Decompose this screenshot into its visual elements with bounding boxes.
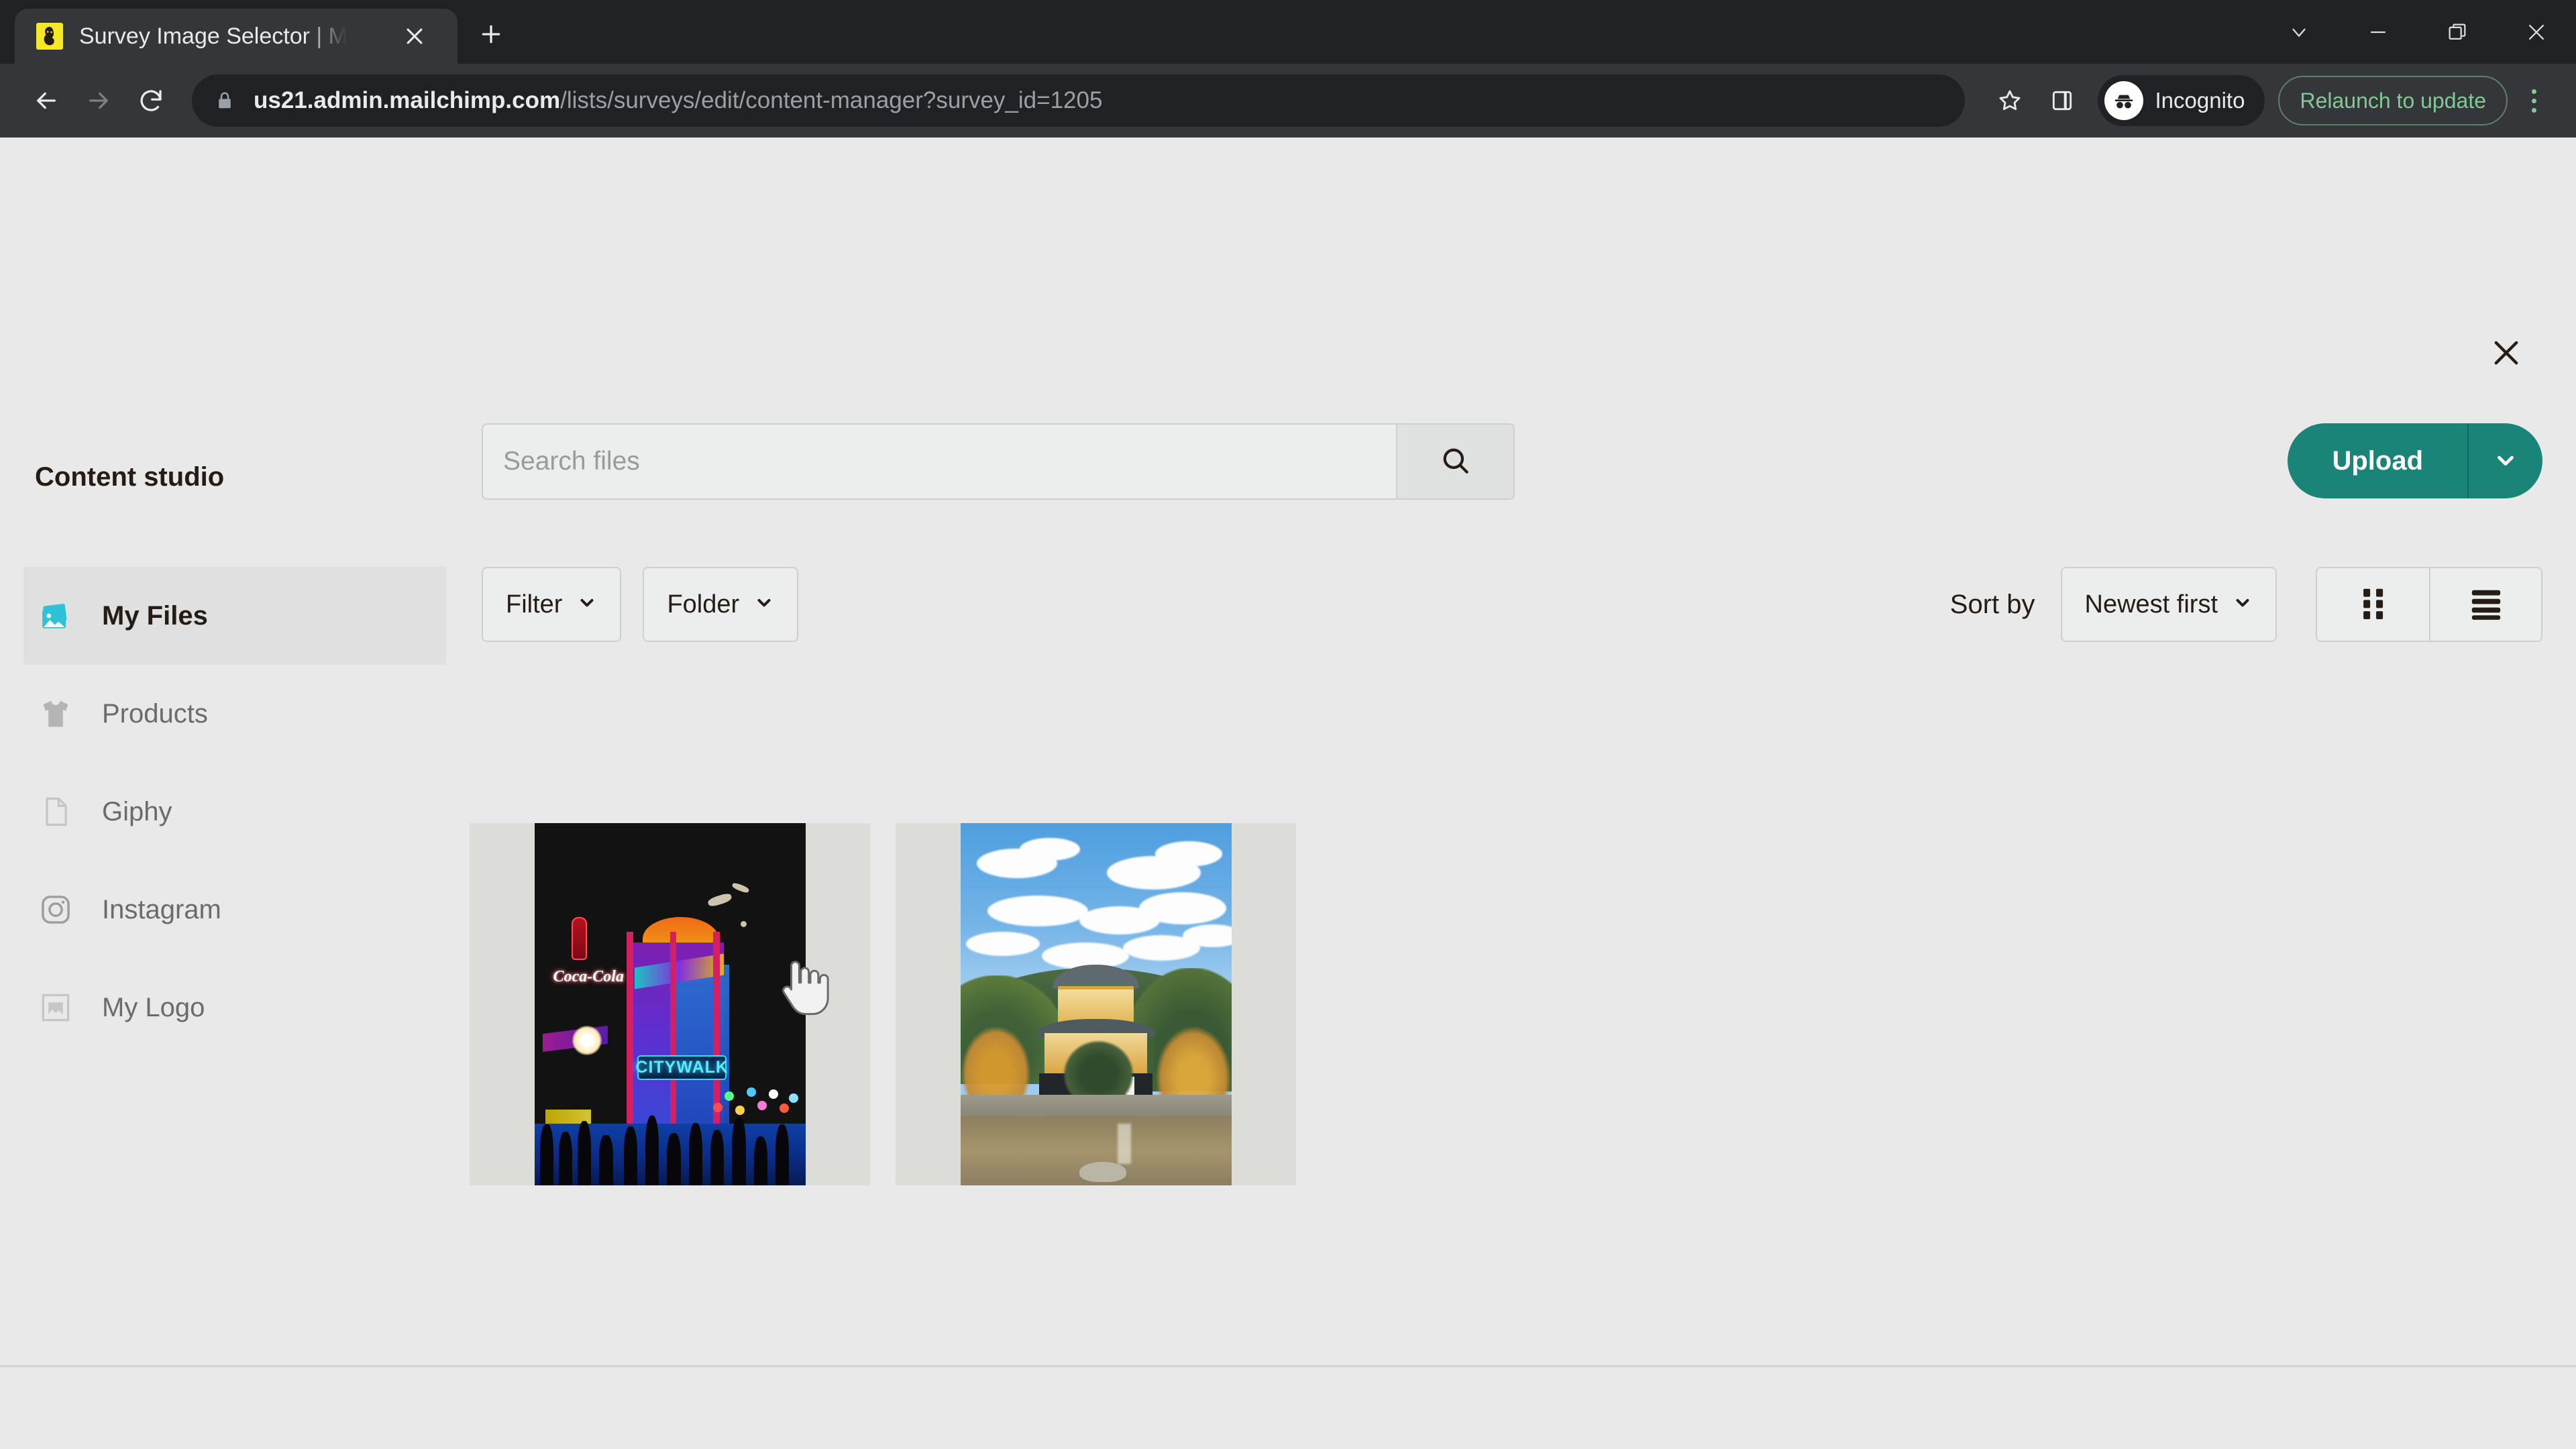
photos-stack-icon [35,597,76,635]
address-bar-url: us21.admin.mailchimp.com/lists/surveys/e… [254,87,1102,114]
tshirt-icon [35,696,76,731]
sidebar-item-my-logo[interactable]: My Logo [0,959,448,1057]
tab-strip: Survey Image Selector | Mailchimp [0,0,2576,64]
close-icon[interactable] [2482,329,2530,377]
content-studio-sidebar: My Files Products Giphy Instagram My Log… [0,567,448,1057]
address-bar[interactable]: us21.admin.mailchimp.com/lists/surveys/e… [192,74,1965,127]
chevron-down-icon [2493,447,2518,475]
side-panel-icon[interactable] [2036,74,2088,127]
page-title: Content studio [35,462,225,492]
upload-dropdown-button[interactable] [2467,423,2542,498]
image-frame-icon [35,990,76,1025]
list-view-button[interactable] [2429,568,2541,641]
search-submit-button[interactable] [1396,425,1513,498]
url-domain: us21.admin.mailchimp.com [254,87,561,113]
incognito-icon [2104,81,2143,120]
kebab-dot [2531,89,2536,94]
filter-dropdown[interactable]: Filter [482,567,622,642]
kebab-dot [2531,107,2536,113]
minimize-icon[interactable] [2339,0,2418,64]
sort-by-label: Sort by [1949,589,2035,619]
gallery-controls: Filter Folder Sort by Newest first [482,567,2542,654]
coca-cola-text: Coca-Cola [553,968,624,985]
search-input[interactable] [483,425,1396,498]
relaunch-to-update-button[interactable]: Relaunch to update [2278,76,2508,125]
filter-label: Filter [506,590,563,619]
upload-button-group: Upload [2288,423,2542,498]
tab-title: Survey Image Selector | Mailchimp [79,23,347,49]
sidebar-item-label: My Files [102,600,208,631]
file-icon [35,794,76,829]
file-gallery: Coca-Cola CITYWALK [470,823,1296,1185]
incognito-indicator[interactable]: Incognito [2097,75,2265,126]
upload-button[interactable]: Upload [2288,423,2467,498]
sidebar-item-label: Giphy [102,796,172,826]
window-controls [2259,0,2576,64]
browser-tab[interactable]: Survey Image Selector | Mailchimp [15,9,458,64]
browser-chrome: Survey Image Selector | Mailchimp [0,0,2576,138]
folder-dropdown[interactable]: Folder [643,567,799,642]
list-view-icon [2467,587,2505,623]
incognito-label: Incognito [2155,88,2245,113]
sidebar-item-giphy[interactable]: Giphy [0,763,448,861]
mailchimp-favicon [36,23,63,50]
folder-label: Folder [667,590,740,619]
view-toggle-group [2316,567,2542,642]
chevron-down-icon [577,590,597,619]
sort-dropdown[interactable]: Newest first [2060,567,2277,642]
instagram-icon [35,892,76,927]
new-tab-button[interactable] [471,14,511,54]
coca-cola-sign: Coca-Cola [551,917,627,986]
sort-value: Newest first [2084,590,2218,619]
search-files-field[interactable] [482,423,1515,500]
forward-icon[interactable] [72,74,125,127]
tab-search-chevron-icon[interactable] [2259,0,2339,64]
sidebar-item-label: Instagram [102,894,221,924]
browser-toolbar: us21.admin.mailchimp.com/lists/surveys/e… [0,64,2576,138]
relaunch-label: Relaunch to update [2300,88,2486,113]
kebab-menu-icon[interactable] [2512,74,2556,127]
lock-icon [215,91,235,111]
chevron-down-icon [2233,590,2253,619]
footer-divider [0,1365,2576,1367]
sidebar-item-label: My Logo [102,992,205,1022]
gallery-tile-citywalk[interactable]: Coca-Cola CITYWALK [470,823,870,1185]
sidebar-item-my-files[interactable]: My Files [23,567,446,665]
grid-view-icon [2359,586,2388,623]
search-icon [1439,444,1472,480]
sidebar-item-products[interactable]: Products [0,665,448,763]
content-studio-modal: Content studio Upload [0,138,2576,1429]
citywalk-night-photo: Coca-Cola CITYWALK [534,823,806,1185]
restore-icon[interactable] [2418,0,2497,64]
sidebar-item-label: Products [102,698,208,729]
chevron-down-icon [754,590,774,619]
sidebar-item-instagram[interactable]: Instagram [0,861,448,959]
star-icon[interactable] [1984,74,2036,127]
grid-view-button[interactable] [2317,568,2429,641]
close-window-icon[interactable] [2497,0,2576,64]
url-path: /lists/surveys/edit/content-manager?surv… [560,87,1103,113]
back-icon[interactable] [20,74,72,127]
reload-icon[interactable] [125,74,177,127]
kebab-dot [2531,98,2536,103]
golden-pavilion-photo [960,823,1232,1185]
gallery-tile-golden-pavilion[interactable] [896,823,1296,1185]
tab-close-icon[interactable] [397,19,432,54]
